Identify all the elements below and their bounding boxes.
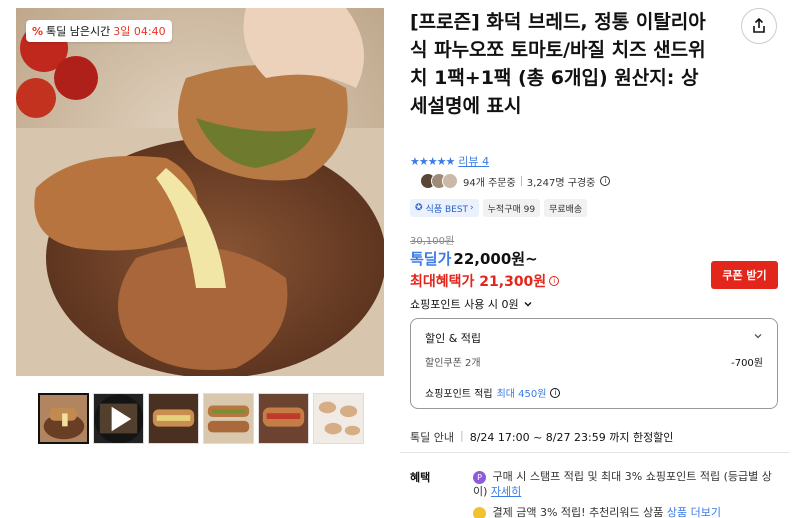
deal-timer-badge: % 톡딜 남은시간 3일 04:40 (26, 20, 172, 42)
timer-value: 3일 04:40 (113, 25, 166, 38)
product-title: [프로즌] 화덕 브레드, 정통 이탈리아식 파누오쪼 토마토/바질 치즈 샌드… (410, 11, 706, 117)
divider: | (459, 429, 464, 442)
point-accrual-value: 최대 450원 (496, 389, 547, 400)
chevron-down-icon (524, 302, 532, 307)
info-icon[interactable]: i (549, 276, 560, 286)
rating-row: ★★★★★ 리뷰 4 (410, 153, 489, 169)
max-benefit-row: 최대혜택가 21,300원 i (410, 271, 560, 291)
discount-panel-title: 할인 & 적립 (425, 332, 482, 345)
timer-label: 톡딜 남은시간 (46, 25, 111, 38)
point-coin-icon: P (473, 470, 486, 484)
review-link[interactable]: 리뷰 4 (458, 153, 489, 169)
deal-price-label: 톡딜가 (410, 250, 452, 268)
tag-purchase-count: 누적구매 99 (482, 199, 541, 217)
tag-list: ✪ 식품 BEST › 누적구매 99 무료배송 (410, 199, 588, 217)
discount-percent-icon: % (32, 24, 44, 38)
chevron-down-icon[interactable] (753, 331, 763, 344)
thumbnail[interactable] (148, 393, 199, 444)
thumbnail-strip (38, 393, 364, 444)
thumbnail-video[interactable] (93, 393, 144, 444)
thumbnail[interactable] (258, 393, 309, 444)
info-icon[interactable]: i (600, 176, 611, 186)
buyer-avatars (420, 173, 458, 189)
benefit-stamp-point: P 구매 시 스탬프 적립 및 최대 3% 쇼핑포인트 적립 (등급별 상이) … (473, 470, 772, 498)
point-use-toggle[interactable]: 쇼핑포인트 사용 시 0원 (410, 296, 533, 312)
share-button[interactable] (741, 8, 777, 44)
section-divider (400, 452, 790, 453)
info-icon[interactable]: i (550, 387, 561, 398)
deal-info-label: 톡딜 안내 (410, 431, 454, 444)
benefit-label: 혜택 (410, 471, 431, 484)
divider (520, 176, 522, 186)
point-accrual-row: 쇼핑포인트 적립 최대 450원 i (425, 385, 561, 400)
star-rating-icon: ★★★★★ (410, 154, 455, 168)
viewers-count: 3,247명 구경중 (526, 177, 596, 189)
thumbnail[interactable] (38, 393, 89, 444)
buyers-row: 94개 주문중 3,247명 구경중 i (420, 173, 611, 189)
discount-panel[interactable]: 할인 & 적립 할인쿠폰 2개 -700원 쇼핑포인트 적립 최대 450원 i (410, 318, 778, 409)
tag-free-shipping: 무료배송 (544, 199, 588, 217)
thumbnail[interactable] (313, 393, 364, 444)
point-use-label: 쇼핑포인트 사용 시 0원 (410, 298, 519, 311)
share-icon (753, 18, 765, 33)
coupon-discount-value: -700원 (731, 358, 763, 369)
deal-price-row: 톡딜가 22,000원~ (410, 248, 538, 269)
chevron-right-icon: › (470, 203, 474, 213)
coupon-count-label: 할인쿠폰 2개 (425, 358, 481, 369)
deal-period: 8/24 17:00 ~ 8/27 23:59 까지 한정할인 (469, 431, 674, 444)
play-icon (94, 394, 143, 443)
reward-coin-icon (473, 506, 486, 518)
orders-count: 94개 주문중 (463, 177, 516, 189)
max-benefit-price: 최대혜택가 21,300원 (410, 274, 547, 290)
original-price: 30,100원 (410, 236, 455, 247)
deal-info-row: 톡딜 안내 | 8/24 17:00 ~ 8/27 23:59 까지 한정할인 (410, 429, 673, 445)
thumbnail[interactable] (203, 393, 254, 444)
more-products-link[interactable]: 상품 더보기 (667, 506, 721, 518)
product-main-image[interactable] (16, 8, 384, 376)
avatar (442, 173, 458, 189)
deal-price: 22,000원~ (453, 250, 538, 268)
benefit-reward: 결제 금액 3% 적립! 추천리워드 상품 상품 더보기 (473, 504, 721, 518)
tag-food-best[interactable]: ✪ 식품 BEST › (410, 199, 479, 217)
badge-icon: ✪ (415, 203, 423, 213)
benefit-detail-link[interactable]: 자세히 (491, 485, 521, 498)
coupon-button[interactable]: 쿠폰 받기 (711, 261, 778, 289)
